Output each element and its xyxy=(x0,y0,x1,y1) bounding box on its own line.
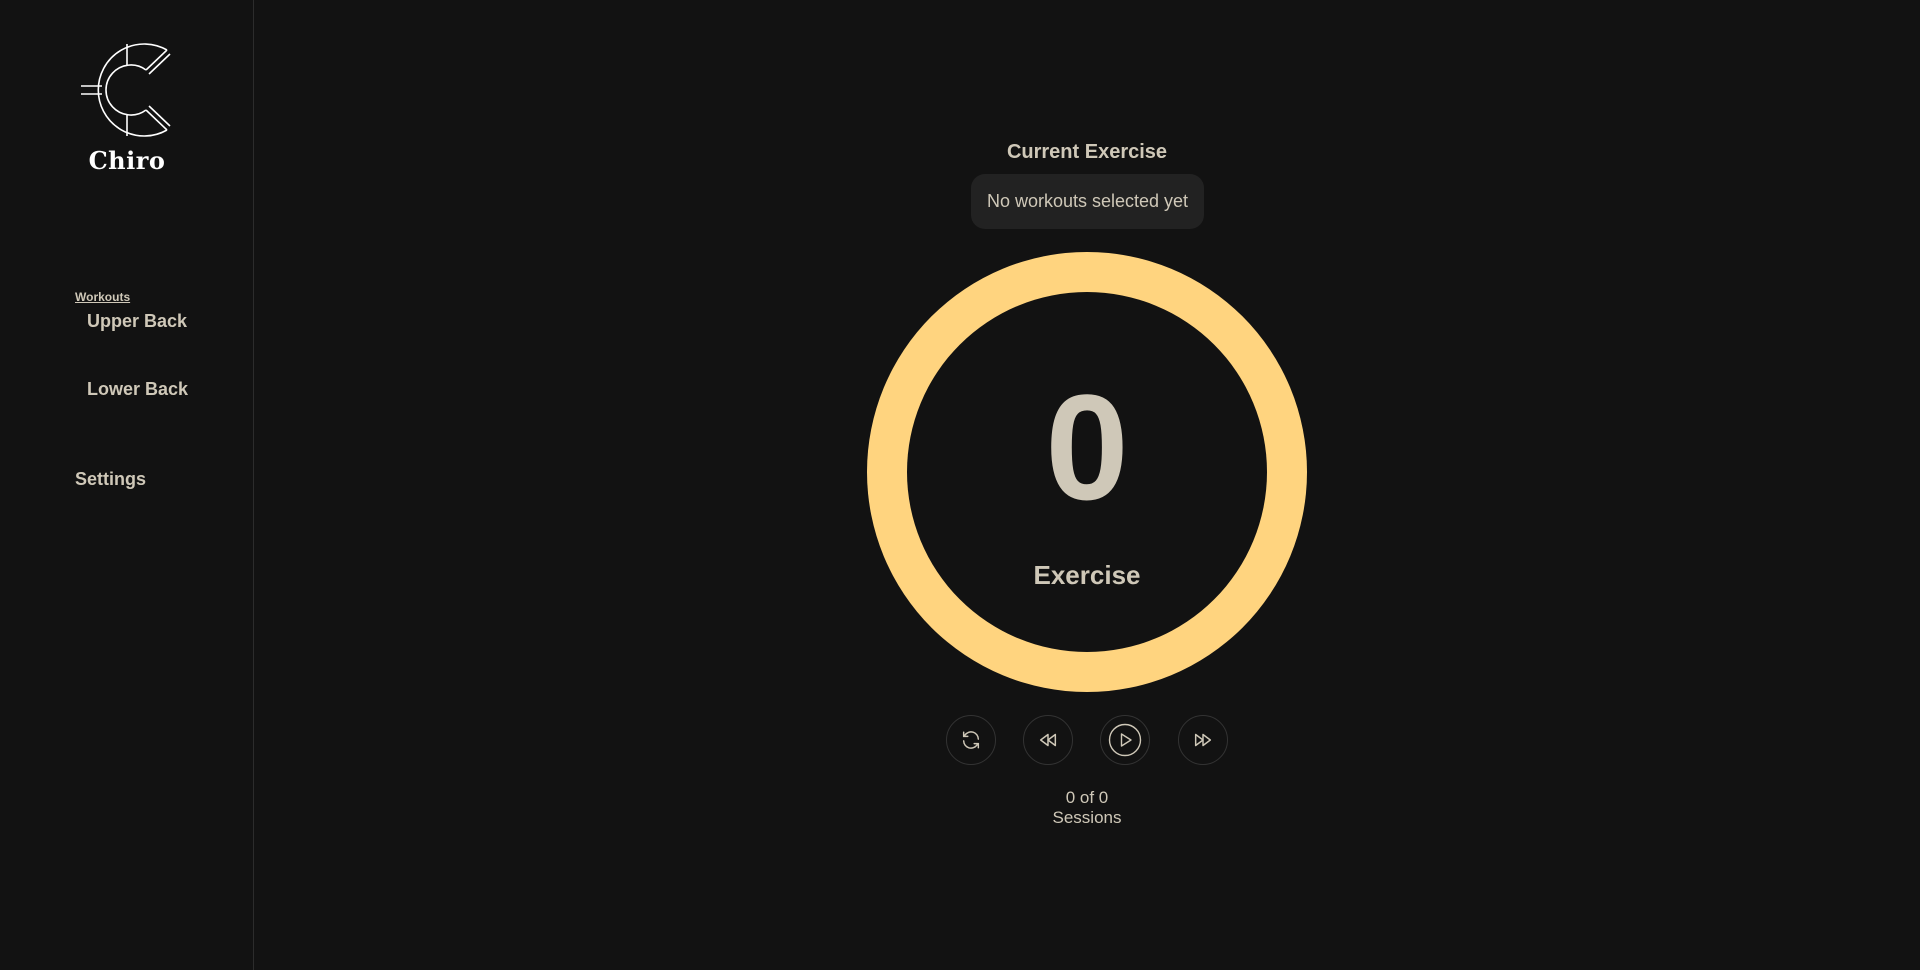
exercise-counter: 0 xyxy=(1045,363,1129,531)
main-panel: Current Exercise No workouts selected ye… xyxy=(254,0,1920,970)
workouts-section-label[interactable]: Workouts xyxy=(75,290,130,304)
exercise-counter-label: Exercise xyxy=(1033,560,1141,590)
sidebar-item-upper-back[interactable]: Upper Back xyxy=(87,311,187,332)
exercise-progress-ring: 0 Exercise xyxy=(867,252,1307,692)
sidebar-item-settings[interactable]: Settings xyxy=(75,469,146,490)
fast-forward-icon xyxy=(1194,733,1212,747)
sessions-counter: 0 of 0 Sessions xyxy=(254,788,1920,828)
current-exercise-title: Current Exercise xyxy=(1006,141,1168,163)
play-icon xyxy=(1108,723,1142,757)
sidebar-item-lower-back[interactable]: Lower Back xyxy=(87,379,188,400)
rewind-icon xyxy=(1039,733,1057,747)
sessions-progress: 0 of 0 xyxy=(1065,788,1109,807)
refresh-icon xyxy=(962,731,980,749)
sidebar: Chiro Workouts Upper Back Lower Back Set… xyxy=(0,0,254,970)
brand-name: Chiro xyxy=(88,146,166,175)
chiro-logo-icon xyxy=(81,43,171,137)
sessions-label: Sessions xyxy=(1052,808,1122,827)
brand-logo-block[interactable]: Chiro xyxy=(0,40,254,175)
play-button[interactable] xyxy=(1100,715,1150,765)
current-exercise-status: No workouts selected yet xyxy=(971,174,1204,229)
next-button[interactable] xyxy=(1178,715,1228,765)
reset-button[interactable] xyxy=(946,715,996,765)
exercise-ring-center: 0 Exercise xyxy=(907,292,1267,652)
previous-button[interactable] xyxy=(1023,715,1073,765)
